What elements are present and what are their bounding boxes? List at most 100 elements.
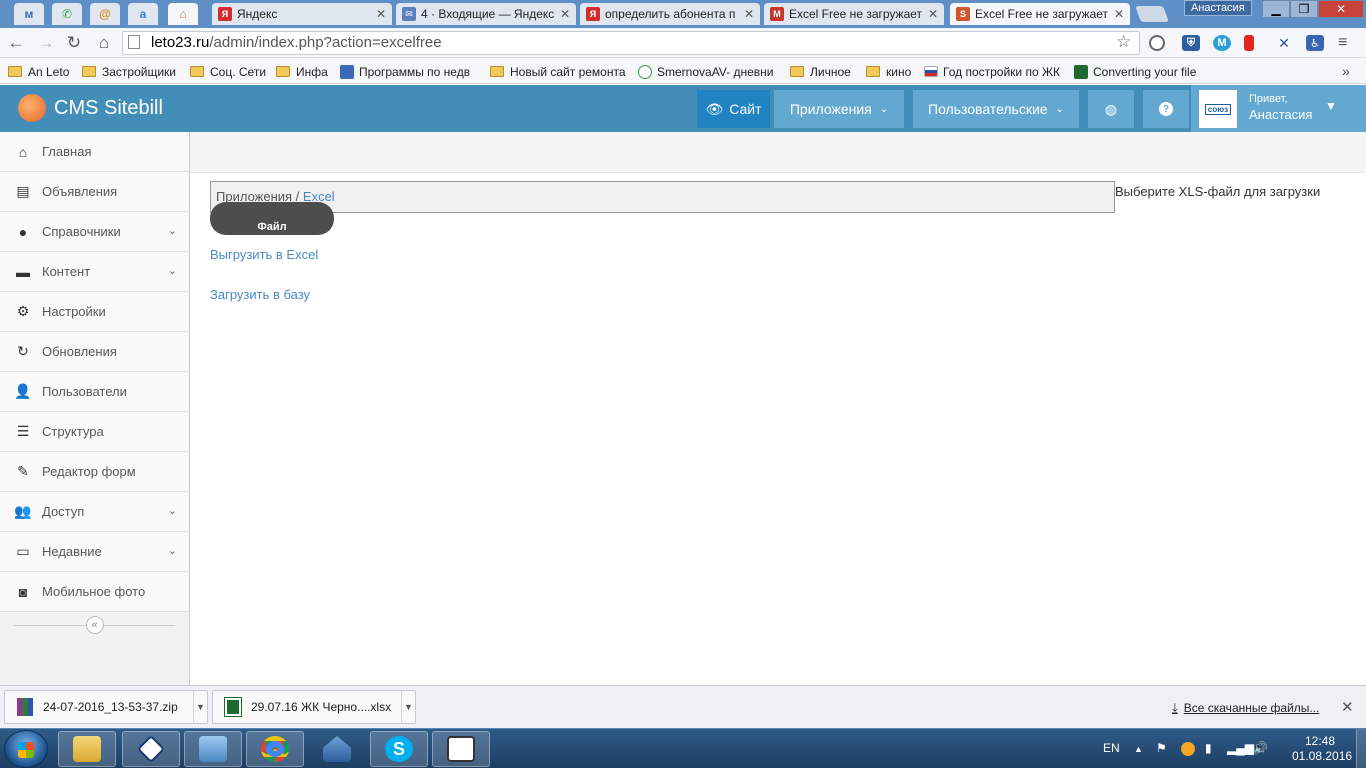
tool-extension-icon[interactable]: ✕ (1275, 35, 1293, 51)
import-to-database-link[interactable]: Загрузить в базу (210, 287, 310, 302)
site-icon (638, 64, 652, 79)
back-button[interactable]: ← (4, 32, 28, 54)
taskbar-explorer[interactable] (58, 731, 116, 767)
bookmarks-more-button[interactable]: » (1342, 63, 1350, 79)
download-item[interactable]: 29.07.16 ЖК Черно....xlsx ▼ (212, 690, 416, 724)
action-center-flag-icon[interactable]: ⚑ (1156, 741, 1167, 755)
tray-device-icon[interactable]: ▮ (1205, 741, 1212, 755)
bookmark-link[interactable]: Год постройки по ЖК (924, 63, 1060, 80)
taskbar-app[interactable] (122, 731, 180, 767)
minimize-button[interactable]: ▁ (1262, 0, 1290, 18)
close-downloads-bar-icon[interactable]: ✕ (1341, 698, 1354, 716)
breadcrumb-box (210, 181, 1115, 213)
browser-tab[interactable]: Я Яндекс ✕ (212, 3, 392, 25)
tray-app-icon[interactable] (1181, 742, 1195, 756)
browser-tab[interactable]: M Excel Free не загружает ✕ (764, 3, 944, 25)
sidebar-item-listings[interactable]: ▤ Объявления (0, 172, 189, 212)
export-to-excel-link[interactable]: Выгрузить в Excel (210, 247, 318, 262)
sidebar-item-recent[interactable]: ▭ Недавние ⌄ (0, 532, 189, 572)
taskbar-home[interactable] (308, 731, 366, 767)
bookmark-folder[interactable]: An Leto (8, 63, 69, 80)
close-icon[interactable]: ✕ (1114, 7, 1124, 21)
browser-tab[interactable]: Я определить абонента п ✕ (580, 3, 760, 25)
show-desktop-button[interactable] (1356, 729, 1366, 768)
browser-tab[interactable]: ✉ 4 · Входящие — Яндекс ✕ (396, 3, 576, 25)
bookmark-link[interactable]: Converting your file (1074, 63, 1196, 80)
bookmark-folder[interactable]: Застройщики (82, 63, 176, 80)
browser-menu-icon[interactable]: ≡ (1338, 34, 1347, 52)
sidebar-item-settings[interactable]: ⚙ Настройки (0, 292, 189, 332)
bookmark-folder[interactable]: Новый сайт ремонта (490, 63, 626, 80)
folder-icon (490, 66, 504, 77)
volume-icon[interactable]: 🔊 (1253, 741, 1268, 755)
site-button[interactable]: 👁 Сайт (697, 90, 770, 128)
pinned-tab-whatsapp[interactable]: ✆ (52, 3, 82, 25)
close-icon[interactable]: ✕ (928, 7, 938, 21)
pinned-tab-a[interactable]: a (128, 3, 158, 25)
all-downloads-link[interactable]: ⤓ Все скачанные файлы... (1172, 700, 1319, 716)
collapse-sidebar-button[interactable]: « (85, 616, 104, 634)
sidebar-item-access[interactable]: 👥 Доступ ⌄ (0, 492, 189, 532)
bookmark-link[interactable]: SmernovaAV- дневни (638, 63, 773, 80)
profile-button[interactable]: Анастасия (1184, 0, 1252, 16)
download-options-button[interactable]: ▼ (401, 691, 415, 723)
user-menu-button[interactable]: Пользовательские ⌄ (913, 90, 1079, 128)
restore-button[interactable]: ❐ (1290, 0, 1318, 18)
excel-icon (1074, 64, 1088, 79)
brand-logo[interactable]: CMS Sitebill (18, 94, 163, 122)
file-select-button[interactable]: Файл (210, 202, 334, 235)
pinned-tab-at[interactable]: @ (90, 3, 120, 25)
home-button[interactable]: ⌂ (92, 32, 116, 54)
sidebar-item-form-editor[interactable]: ✎ Редактор форм (0, 452, 189, 492)
sidebar-item-structure[interactable]: ☰ Структура (0, 412, 189, 452)
taskbar-skype[interactable]: S (370, 731, 428, 767)
sidebar-item-content[interactable]: ▬ Контент ⌄ (0, 252, 189, 292)
shield-extension-icon[interactable]: ⛨ (1182, 35, 1200, 51)
bookmark-extension-icon[interactable] (1244, 35, 1254, 51)
new-tab-button[interactable] (1135, 6, 1169, 22)
close-icon[interactable]: ✕ (376, 7, 386, 21)
extension-icon[interactable] (1149, 35, 1165, 51)
accessibility-extension-icon[interactable]: ♿ (1306, 35, 1324, 51)
url-input[interactable]: leto23.ru/admin/index.php?action=excelfr… (122, 31, 1140, 55)
pinned-tab-mail[interactable]: м (14, 3, 44, 25)
bookmark-link[interactable]: Программы по недв (340, 63, 470, 80)
reload-button[interactable]: ↻ (62, 32, 86, 54)
bookmark-folder[interactable]: Соц. Сети (190, 63, 266, 80)
language-indicator[interactable]: EN (1103, 741, 1120, 755)
taskbar-clock[interactable]: 12:48 01.08.2016 (1292, 734, 1352, 764)
yandex-icon: Я (586, 7, 600, 21)
close-icon: ✕ (1335, 2, 1347, 16)
bookmark-folder[interactable]: кино (866, 63, 911, 80)
m-extension-icon[interactable]: M (1213, 35, 1231, 51)
taskbar-chrome[interactable] (246, 731, 304, 767)
sidebar-item-updates[interactable]: ↻ Обновления (0, 332, 189, 372)
taskbar-control-panel[interactable] (184, 731, 242, 767)
user-profile-dropdown[interactable]: союз Привет, Анастасия ▼ (1191, 85, 1366, 132)
bookmark-folder[interactable]: Инфа (276, 63, 328, 80)
bookmark-folder[interactable]: Личное (790, 63, 851, 80)
download-options-button[interactable]: ▼ (193, 691, 207, 723)
apps-menu-button[interactable]: Приложения ⌄ (774, 90, 904, 128)
taskbar-app-window[interactable] (432, 731, 490, 767)
folder-icon (73, 736, 101, 762)
bookmark-star-icon[interactable]: ☆ (1116, 32, 1131, 52)
forward-button[interactable]: → (34, 32, 58, 54)
sidebar-item-references[interactable]: ● Справочники ⌄ (0, 212, 189, 252)
globe-button[interactable]: ◍ (1088, 90, 1134, 128)
close-icon[interactable]: ✕ (744, 7, 754, 21)
download-item[interactable]: 24-07-2016_13-53-37.zip ▼ (4, 690, 208, 724)
tray-expand-icon[interactable]: ▲ (1134, 744, 1143, 754)
sidebar-item-home[interactable]: ⌂ Главная (0, 132, 189, 172)
brand-name: CMS Sitebill (54, 96, 163, 119)
sidebar-item-mobile-photo[interactable]: ◙ Мобильное фото (0, 572, 189, 612)
start-button[interactable] (4, 730, 48, 768)
chevron-down-icon: ⌄ (167, 225, 177, 237)
pinned-tab-home[interactable]: ⌂ (168, 3, 198, 25)
close-icon[interactable]: ✕ (560, 7, 570, 21)
sidebar-item-users[interactable]: 👤 Пользователи (0, 372, 189, 412)
help-button[interactable]: ? (1143, 90, 1189, 128)
close-window-button[interactable]: ✕ (1318, 0, 1364, 18)
network-signal-icon[interactable]: ▂▄▆ (1227, 741, 1254, 755)
browser-tab-active[interactable]: S Excel Free не загружает ✕ (950, 3, 1130, 25)
